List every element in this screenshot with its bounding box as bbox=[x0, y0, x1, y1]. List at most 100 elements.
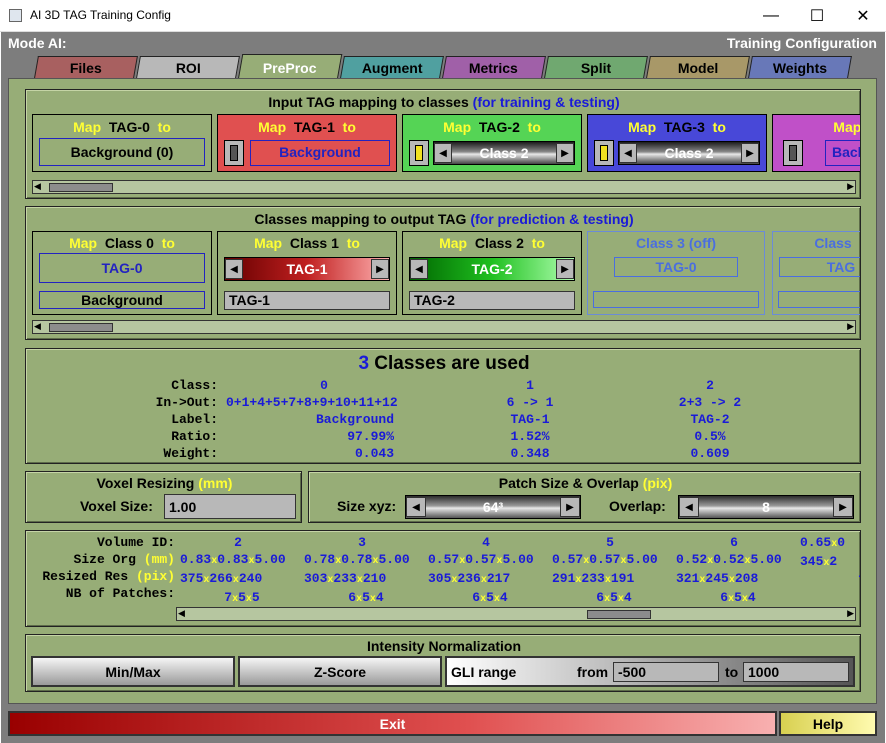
tab-augment[interactable]: Augment bbox=[340, 56, 444, 78]
col-class: 0 bbox=[320, 378, 328, 393]
scroll-thumb[interactable] bbox=[587, 610, 651, 619]
to-label: to bbox=[725, 663, 739, 680]
right-arrow-icon[interactable]: ▶ bbox=[371, 259, 389, 279]
left-arrow-icon[interactable]: ◀ bbox=[679, 497, 699, 517]
right-arrow-icon[interactable]: ▶ bbox=[556, 259, 574, 279]
left-arrow-icon[interactable]: ◀ bbox=[406, 497, 426, 517]
tab-model[interactable]: Model bbox=[646, 56, 750, 78]
map-word: Map bbox=[439, 235, 468, 251]
right-arrow-icon[interactable]: ▶ bbox=[833, 497, 853, 517]
left-arrow-icon[interactable]: ◀ bbox=[225, 259, 243, 279]
tab-roi[interactable]: ROI bbox=[136, 56, 240, 78]
scroll-right-icon[interactable]: ▶ bbox=[847, 321, 854, 332]
output-tag-value: TAG-0 bbox=[39, 253, 205, 283]
color-toggle[interactable] bbox=[594, 140, 614, 166]
volume-size-org-value: 0.52 bbox=[713, 552, 745, 567]
patch-title: Patch Size & Overlap bbox=[498, 475, 639, 491]
input-class-stepper[interactable]: ◀ Class 2 ▶ bbox=[618, 141, 760, 165]
to-word: to bbox=[157, 119, 171, 135]
zscore-button[interactable]: Z-Score bbox=[238, 656, 442, 687]
left-arrow-icon[interactable]: ◀ bbox=[619, 143, 637, 163]
output-tag-stepper[interactable]: ◀ TAG-2 ▶ bbox=[409, 257, 575, 281]
tab-metrics[interactable]: Metrics bbox=[442, 56, 546, 78]
minimize-button[interactable]: — bbox=[748, 0, 794, 32]
left-arrow-icon[interactable]: ◀ bbox=[410, 259, 428, 279]
class-count: 3 bbox=[358, 353, 370, 374]
volume-resized-res-value: 2 bbox=[829, 554, 838, 569]
volume-size-org-value: 5.00 bbox=[254, 552, 286, 567]
maximize-button[interactable]: ☐ bbox=[794, 0, 840, 32]
volume-size-org: 0.57x0.57x5.00 bbox=[552, 552, 658, 567]
scroll-left-icon[interactable]: ◀ bbox=[34, 181, 41, 192]
right-arrow-icon[interactable]: ▶ bbox=[556, 143, 574, 163]
patch-size-stepper[interactable]: ◀ 64³ ▶ bbox=[405, 495, 581, 519]
input-tag-name: TAG-3 bbox=[663, 119, 705, 135]
class-name: Class 2 bbox=[474, 235, 524, 251]
volume-resized-res-value: 303 bbox=[304, 571, 328, 586]
volume-nb-patches-value: 4 bbox=[623, 590, 632, 605]
from-label: from bbox=[577, 663, 609, 680]
right-arrow-icon[interactable]: ▶ bbox=[560, 497, 580, 517]
stepper-value: TAG-1 bbox=[286, 261, 328, 277]
scroll-right-icon[interactable]: ▶ bbox=[847, 608, 854, 619]
scroll-thumb[interactable] bbox=[49, 183, 113, 192]
input-class-select[interactable]: Background bbox=[250, 140, 390, 166]
volumes-group: Volume ID: Size Org (mm) Resized Res (pi… bbox=[25, 530, 861, 627]
output-tag-stepper[interactable]: ◀ TAG-1 ▶ bbox=[224, 257, 390, 281]
class-name-field[interactable]: TAG-2 bbox=[409, 291, 575, 310]
volumes-scrollbar[interactable]: ◀ ▶ bbox=[176, 607, 856, 621]
overlap-stepper[interactable]: ◀ 8 ▶ bbox=[678, 495, 854, 519]
class-map-scrollbar[interactable]: ◀ ▶ bbox=[32, 320, 856, 334]
input-tag-name: TAG-0 bbox=[108, 119, 150, 135]
scroll-right-icon[interactable]: ▶ bbox=[847, 181, 854, 192]
scroll-thumb[interactable] bbox=[49, 323, 113, 332]
input-tag-mapping-group: Input TAG mapping to classes (for traini… bbox=[25, 89, 861, 199]
tab-preproc[interactable]: PreProc bbox=[237, 54, 343, 80]
volume-col: 4 0.57x0.57x5.00 305x236x217 6x5x4 bbox=[428, 534, 552, 608]
volume-nb-patches-value: 5 bbox=[486, 590, 494, 605]
class-card-0: Map Class 0 to TAG-0 Background bbox=[32, 231, 212, 315]
tab-label: ROI bbox=[175, 59, 201, 76]
col-ratio: 97.99% bbox=[347, 429, 394, 444]
color-toggle[interactable] bbox=[224, 140, 244, 166]
exit-button[interactable]: Exit bbox=[8, 711, 777, 736]
window-title: AI 3D TAG Training Config bbox=[30, 8, 171, 22]
input-class-stepper[interactable]: ◀ Class 2 ▶ bbox=[433, 141, 575, 165]
gli-range-button[interactable]: GLI range from -500 to 1000 bbox=[445, 656, 855, 687]
volume-id: 3 bbox=[358, 535, 366, 550]
volume-resized-res-value: 208 bbox=[734, 571, 759, 586]
left-arrow-icon[interactable]: ◀ bbox=[434, 143, 452, 163]
minmax-button[interactable]: Min/Max bbox=[31, 656, 235, 687]
color-toggle[interactable] bbox=[409, 140, 429, 166]
volume-nb-patches: 6x5x4 bbox=[472, 590, 508, 605]
map-word: Map bbox=[833, 119, 861, 135]
color-toggle[interactable] bbox=[783, 140, 803, 166]
volume-size-org-value: 0.83 bbox=[180, 552, 212, 567]
col-inout: 0+1+4+5+7+8+9+10+11+12 bbox=[226, 395, 398, 410]
input-class-select[interactable]: Back bbox=[825, 140, 860, 166]
tab-files[interactable]: Files bbox=[34, 56, 138, 78]
volume-col: 2 0.83x0.83x5.00 375x266x240 7x5x5 bbox=[180, 534, 304, 608]
close-button[interactable]: ✕ bbox=[840, 0, 886, 32]
voxel-size-input[interactable]: 1.00 bbox=[164, 494, 296, 519]
volume-resized-res: 321x245x208 bbox=[676, 571, 759, 586]
class-name: Class 3 (off) bbox=[635, 235, 717, 251]
class-name-field[interactable]: TAG-1 bbox=[224, 291, 390, 310]
input-tag-name: TAG-1 bbox=[293, 119, 335, 135]
volume-resized-res-value: 266 bbox=[209, 571, 233, 586]
class-card-2: Map Class 2 to ◀ TAG-2 ▶ TAG-2 bbox=[402, 231, 582, 315]
volume-size-org-value: 0.78 bbox=[304, 552, 336, 567]
scroll-left-icon[interactable]: ◀ bbox=[178, 608, 185, 619]
right-arrow-icon[interactable]: ▶ bbox=[741, 143, 759, 163]
volume-nb-patches-value: 4 bbox=[747, 590, 756, 605]
scroll-left-icon[interactable]: ◀ bbox=[34, 321, 41, 332]
input-map-scrollbar[interactable]: ◀ ▶ bbox=[32, 180, 856, 194]
help-button[interactable]: Help bbox=[779, 711, 877, 736]
gli-from-input[interactable]: -500 bbox=[613, 662, 719, 682]
tab-split[interactable]: Split bbox=[544, 56, 648, 78]
label-res-unit: (pix) bbox=[135, 569, 175, 584]
tab-weights[interactable]: Weights bbox=[748, 56, 852, 78]
voxel-size-label: Voxel Size: bbox=[80, 498, 153, 514]
volume-nb-patches-value: 5 bbox=[362, 590, 370, 605]
gli-to-input[interactable]: 1000 bbox=[743, 662, 849, 682]
